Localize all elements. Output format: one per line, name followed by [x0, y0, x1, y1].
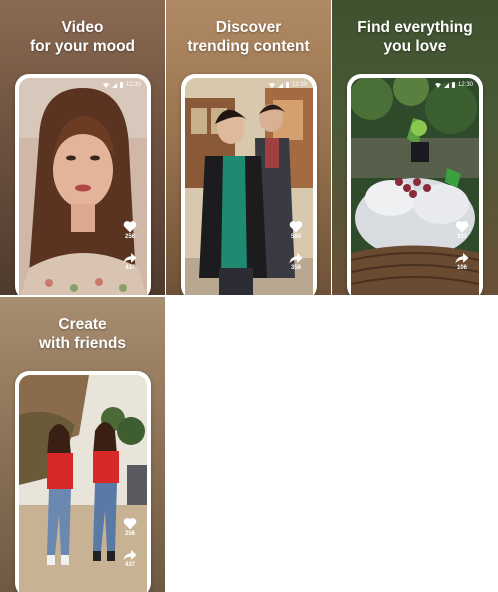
caption-line-1: Create [58, 316, 107, 333]
action-sidebar: 331 106 [451, 220, 473, 272]
screenshot-card-video-mood: Video for your mood 12:30 256 437 [0, 0, 165, 295]
caption-line-1: Discover [215, 19, 282, 36]
caption-line-1: Find everything [357, 19, 473, 36]
battery-icon [285, 82, 289, 88]
card-caption: Discover trending content [166, 18, 331, 56]
heart-icon [123, 518, 137, 530]
status-time: 12:30 [291, 82, 307, 88]
share-arrow-icon [123, 253, 137, 264]
share-count: 437 [124, 562, 135, 568]
share-count: 106 [456, 265, 467, 271]
like-button[interactable]: 584 [289, 220, 303, 241]
share-button[interactable]: 437 [123, 550, 137, 569]
like-button[interactable]: 256 [123, 517, 137, 538]
caption-line-2: for your mood [29, 38, 136, 55]
card-caption: Create with friends [0, 315, 165, 353]
wifi-icon [102, 82, 109, 88]
action-sidebar: 256 437 [119, 220, 141, 272]
screenshot-card-discover: Discover trending content 12:30 584 356 [166, 0, 331, 295]
battery-icon [119, 82, 123, 88]
heart-icon [123, 221, 137, 233]
card-caption: Video for your mood [0, 18, 165, 56]
phone-screen: 12:30 331 106 [351, 78, 479, 295]
share-arrow-icon [123, 550, 137, 561]
heart-icon [289, 221, 303, 233]
status-bar: 12:30 [434, 80, 473, 90]
like-count: 256 [124, 234, 135, 240]
caption-line-2: with friends [39, 335, 126, 352]
screenshot-card-find-everything: Find everything you love 12:30 331 106 [332, 0, 498, 295]
like-count: 256 [124, 531, 135, 537]
signal-icon [277, 82, 283, 88]
status-time: 12:30 [457, 82, 473, 88]
share-button[interactable]: 356 [289, 253, 303, 272]
signal-icon [111, 82, 117, 88]
share-arrow-icon [455, 253, 469, 264]
status-bar: 12:30 [268, 80, 307, 90]
like-count: 331 [456, 234, 467, 240]
phone-frame: 12:30 256 437 [15, 74, 151, 295]
wifi-icon [434, 82, 441, 88]
share-button[interactable]: 437 [123, 253, 137, 272]
share-count: 437 [124, 265, 135, 271]
share-button[interactable]: 106 [455, 253, 469, 272]
signal-icon [443, 82, 449, 88]
status-bar: 12:30 [102, 80, 141, 90]
heart-icon [455, 221, 469, 233]
status-time: 12:30 [125, 82, 141, 88]
phone-frame: 256 437 [15, 371, 151, 592]
wifi-icon [268, 82, 275, 88]
share-arrow-icon [289, 253, 303, 264]
like-count: 584 [290, 234, 301, 240]
caption-line-2: you love [383, 38, 447, 55]
like-button[interactable]: 331 [455, 220, 469, 241]
caption-line-1: Video [61, 19, 104, 36]
phone-screen: 12:30 584 356 [185, 78, 313, 295]
phone-screen: 256 437 [19, 375, 147, 592]
battery-icon [451, 82, 455, 88]
screenshot-card-create-with-friends: Create with friends 256 437 [0, 297, 165, 592]
action-sidebar: 256 437 [119, 517, 141, 569]
like-button[interactable]: 256 [123, 220, 137, 241]
card-caption: Find everything you love [332, 18, 498, 56]
phone-frame: 12:30 584 356 [181, 74, 317, 295]
phone-screen: 12:30 256 437 [19, 78, 147, 295]
phone-frame: 12:30 331 106 [347, 74, 483, 295]
action-sidebar: 584 356 [285, 220, 307, 272]
share-count: 356 [290, 265, 301, 271]
caption-line-2: trending content [187, 38, 310, 55]
